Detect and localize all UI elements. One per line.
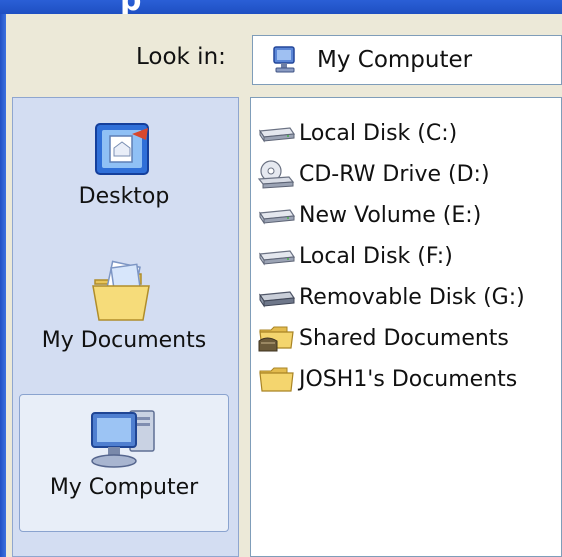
hard-drive-icon xyxy=(257,241,297,271)
places-my-documents[interactable]: My Documents xyxy=(19,258,229,383)
list-item-label: CD-RW Drive (D:) xyxy=(299,161,490,187)
look-in-label: Look in: xyxy=(136,44,226,70)
my-computer-icon xyxy=(20,403,228,475)
places-bar: Desktop My Documents My Computer xyxy=(12,97,239,557)
removable-disk-icon xyxy=(257,282,297,312)
list-item[interactable]: JOSH1's Documents xyxy=(257,360,517,398)
places-desktop[interactable]: Desktop xyxy=(19,118,229,238)
hard-drive-icon xyxy=(257,118,297,148)
places-my-documents-label: My Documents xyxy=(41,328,207,353)
list-item-label: New Volume (E:) xyxy=(299,202,482,228)
list-item[interactable]: Shared Documents xyxy=(257,319,509,357)
places-my-computer-label: My Computer xyxy=(49,475,199,500)
list-item[interactable]: Removable Disk (G:) xyxy=(257,278,525,316)
file-list: Local Disk (C:) CD-RW Drive (D:) New Vol… xyxy=(250,97,562,557)
list-item[interactable]: New Volume (E:) xyxy=(257,196,481,234)
list-item[interactable]: Local Disk (C:) xyxy=(257,114,457,152)
list-item-label: Shared Documents xyxy=(299,325,509,351)
window-border xyxy=(0,14,6,557)
list-item-label: Local Disk (C:) xyxy=(299,120,458,146)
open-dialog: p Look in: My Computer xyxy=(0,0,562,557)
places-desktop-label: Desktop xyxy=(78,184,170,209)
list-item[interactable]: Local Disk (F:) xyxy=(257,237,453,275)
my-computer-icon xyxy=(270,44,300,76)
places-my-computer[interactable]: My Computer xyxy=(19,394,229,532)
my-documents-icon xyxy=(19,258,229,328)
hard-drive-icon xyxy=(257,200,297,230)
shared-folder-icon xyxy=(257,323,297,353)
list-item-label: Local Disk (F:) xyxy=(299,243,453,269)
look-in-dropdown[interactable]: My Computer xyxy=(252,35,562,85)
desktop-icon xyxy=(19,118,229,184)
title-text: p xyxy=(120,0,141,14)
folder-icon xyxy=(257,364,297,394)
list-item-label: JOSH1's Documents xyxy=(299,366,518,392)
list-item[interactable]: CD-RW Drive (D:) xyxy=(257,155,490,193)
look-in-value: My Computer xyxy=(317,47,473,73)
cd-drive-icon xyxy=(257,159,297,189)
list-item-label: Removable Disk (G:) xyxy=(299,284,525,310)
title-bar: p xyxy=(0,0,562,14)
